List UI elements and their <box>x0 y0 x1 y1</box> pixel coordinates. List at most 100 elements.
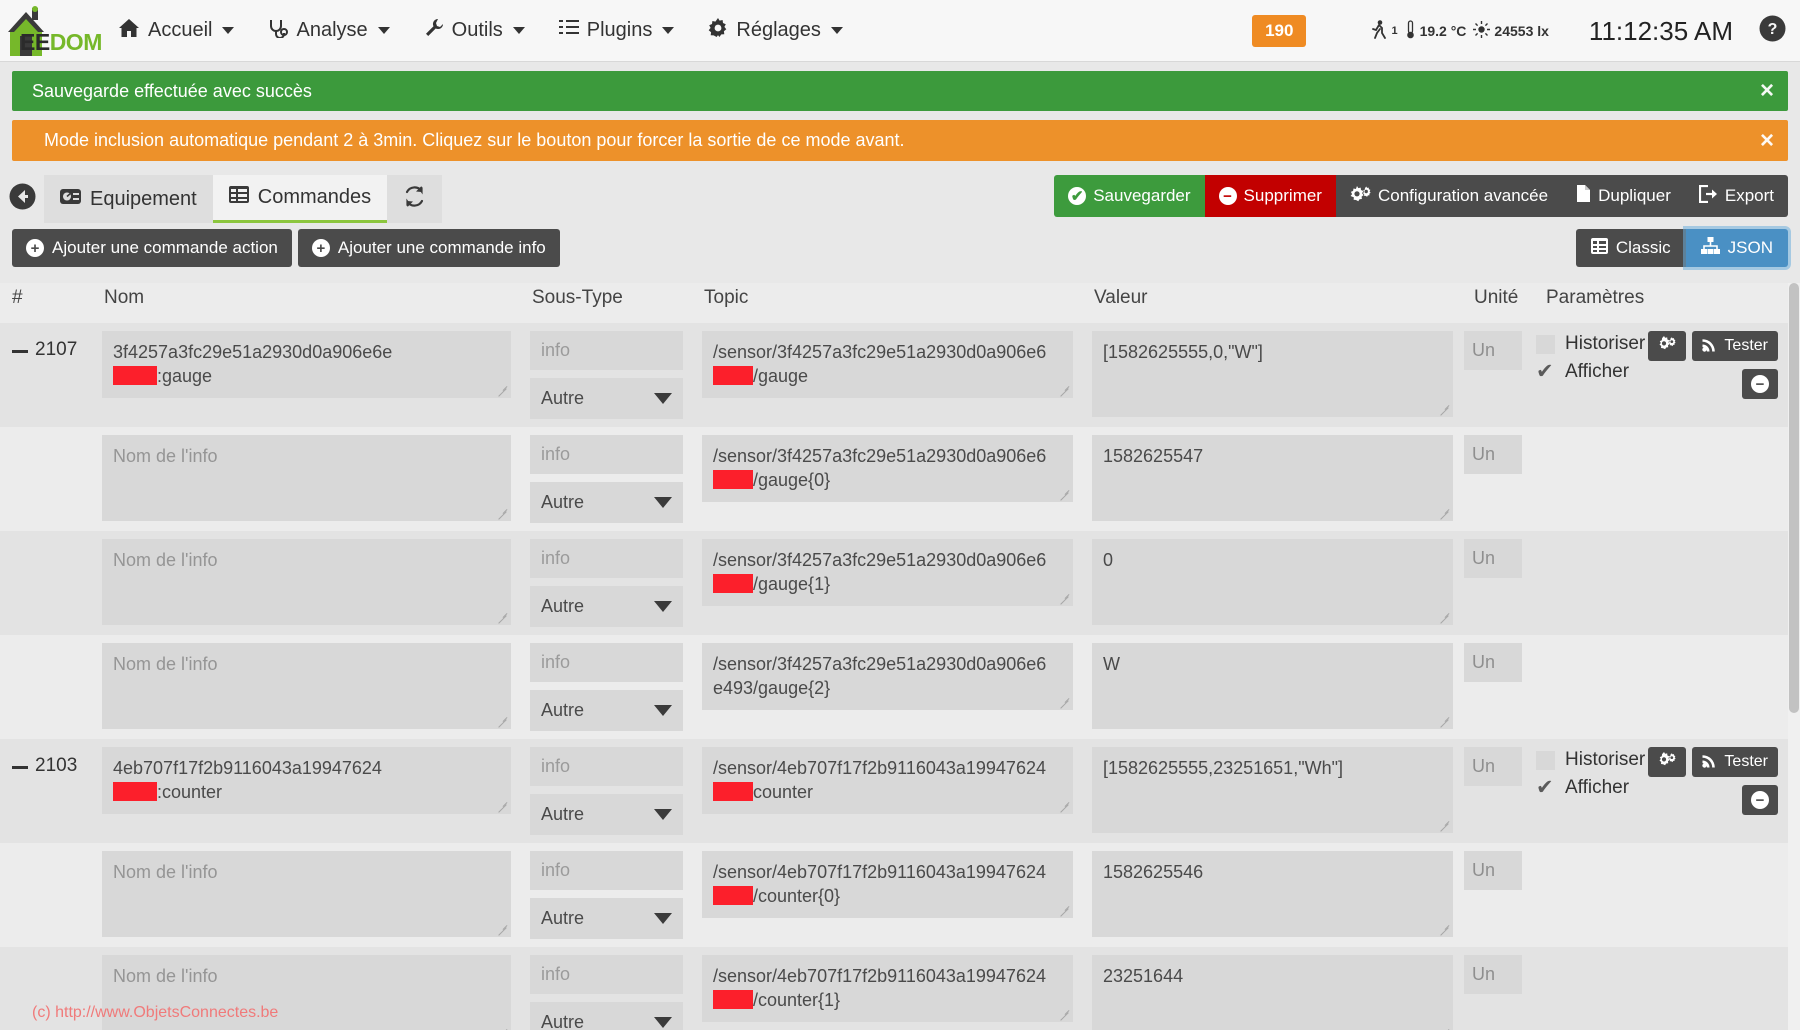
cell-unite <box>1462 531 1534 635</box>
back-button[interactable] <box>0 175 44 223</box>
nom-textarea[interactable]: Nom de l'info <box>102 851 511 937</box>
close-icon[interactable]: × <box>1760 79 1774 103</box>
nav-item-analyse[interactable]: Analyse <box>268 18 390 44</box>
delete-button[interactable]: − Supprimer <box>1204 175 1336 217</box>
nav-label: Réglages <box>736 19 821 41</box>
soustype-input[interactable] <box>530 435 683 474</box>
nom-field-wrap: Nom de l'info <box>102 643 511 729</box>
export-button[interactable]: Export <box>1684 175 1788 217</box>
nom-textarea[interactable]: Nom de l'info <box>102 435 511 521</box>
topic-textarea[interactable]: /sensor/4eb707f17f2b9116043a19947624 coun… <box>702 747 1073 814</box>
collapse-minus-icon[interactable] <box>12 350 28 353</box>
redaction-block <box>713 366 753 386</box>
remove-command-button[interactable]: − <box>1742 369 1778 399</box>
soustype-input[interactable] <box>530 955 683 994</box>
tab-commandes[interactable]: Commandes <box>212 175 388 223</box>
brand-logo-link[interactable]: EEDOM <box>0 0 102 62</box>
cell-parametres: Historiser ✔ Afficher Tester − <box>1534 739 1788 843</box>
topic-textarea[interactable]: /sensor/3f4257a3fc29e51a2930d0a906e6/gau… <box>702 331 1073 398</box>
refresh-button[interactable] <box>387 175 443 223</box>
save-button[interactable]: ✔ Sauvegarder <box>1054 175 1205 217</box>
remove-command-button[interactable]: − <box>1742 785 1778 815</box>
status-badge[interactable]: 190 <box>1252 15 1307 47</box>
unite-input[interactable] <box>1464 643 1522 682</box>
soustype-select[interactable]: Autre <box>530 690 683 731</box>
unite-input[interactable] <box>1464 851 1522 890</box>
afficher-checkbox-checked[interactable]: ✔ <box>1536 777 1555 798</box>
topic-textarea[interactable]: /sensor/3f4257a3fc29e51a2930d0a906e6/gau… <box>702 435 1073 502</box>
soustype-select[interactable]: Autre <box>530 1002 683 1030</box>
chevron-down-icon <box>222 27 235 34</box>
valeur-textarea[interactable]: W <box>1092 643 1453 729</box>
soustype-select[interactable]: Autre <box>530 482 683 523</box>
view-json-button[interactable]: JSON <box>1685 229 1788 267</box>
soustype-select[interactable]: Autre <box>530 898 683 939</box>
close-icon[interactable]: × <box>1760 128 1774 153</box>
valeur-textarea[interactable]: 1582625546 <box>1092 851 1453 937</box>
afficher-checkbox-checked[interactable]: ✔ <box>1536 361 1555 382</box>
chevron-down-icon <box>654 393 672 404</box>
collapse-minus-icon[interactable] <box>12 766 28 769</box>
configure-button[interactable] <box>1648 331 1687 361</box>
nav-item-plugins[interactable]: Plugins <box>558 19 675 43</box>
soustype-select[interactable]: Autre <box>530 378 683 419</box>
temperature-sensor: 19.2 °C <box>1405 20 1466 42</box>
nom-textarea[interactable]: Nom de l'info <box>102 539 511 625</box>
soustype-input[interactable] <box>530 539 683 578</box>
soustype-select-value: Autre <box>541 1012 585 1030</box>
valeur-textarea[interactable]: [1582625555,23251651,"Wh"] <box>1092 747 1453 833</box>
topic-textarea[interactable]: /sensor/3f4257a3fc29e51a2930d0a906e6 e493… <box>702 643 1073 710</box>
valeur-textarea[interactable]: 0 <box>1092 539 1453 625</box>
cell-id <box>0 635 92 739</box>
unite-cell-pad <box>1462 635 1534 690</box>
tester-button[interactable]: Tester <box>1692 747 1778 777</box>
unite-input[interactable] <box>1464 539 1522 578</box>
historiser-label: Historiser <box>1565 749 1646 770</box>
historiser-label: Historiser <box>1565 333 1646 354</box>
view-classic-button[interactable]: Classic <box>1575 229 1686 267</box>
unite-input[interactable] <box>1464 955 1522 994</box>
tester-button[interactable]: Tester <box>1692 331 1778 361</box>
add-info-command-button[interactable]: + Ajouter une commande info <box>297 229 560 267</box>
soustype-select-value: Autre <box>541 908 585 928</box>
configure-button[interactable] <box>1648 747 1687 777</box>
soustype-select[interactable]: Autre <box>530 794 683 835</box>
topic-cell-pad: /sensor/3f4257a3fc29e51a2930d0a906e6/gau… <box>692 323 1082 406</box>
check-circle-icon: ✔ <box>1068 187 1087 205</box>
valeur-textarea[interactable]: 23251644 <box>1092 955 1453 1030</box>
scrollbar-thumb[interactable] <box>1789 283 1799 713</box>
topic-field-wrap: /sensor/4eb707f17f2b9116043a19947624/cou… <box>702 851 1073 918</box>
unite-input[interactable] <box>1464 331 1522 370</box>
vertical-scrollbar[interactable] <box>1788 283 1800 1030</box>
historiser-checkbox[interactable] <box>1536 334 1555 354</box>
historiser-checkbox[interactable] <box>1536 750 1555 770</box>
topic-textarea[interactable]: /sensor/4eb707f17f2b9116043a19947624/cou… <box>702 955 1073 1022</box>
soustype-input[interactable] <box>530 851 683 890</box>
nom-textarea[interactable]: 4eb707f17f2b9116043a19947624:counter <box>102 747 511 814</box>
brand-text-green: DOM <box>49 28 103 55</box>
topic-textarea[interactable]: /sensor/4eb707f17f2b9116043a19947624/cou… <box>702 851 1073 918</box>
soustype-select[interactable]: Autre <box>530 586 683 627</box>
soustype-input[interactable] <box>530 331 683 370</box>
duplicate-button[interactable]: Dupliquer <box>1562 175 1685 217</box>
nom-textarea[interactable]: 3f4257a3fc29e51a2930d0a906e6e:gauge <box>102 331 511 398</box>
advanced-config-button[interactable]: Configuration avancée <box>1335 175 1563 217</box>
row-id-group[interactable]: 2103 <box>0 739 92 777</box>
soustype-input[interactable] <box>530 747 683 786</box>
back-circle-arrow-icon <box>9 183 36 215</box>
valeur-textarea[interactable]: 1582625547 <box>1092 435 1453 521</box>
nav-item-reglages[interactable]: Réglages <box>708 17 843 44</box>
unite-input[interactable] <box>1464 435 1522 474</box>
soustype-input[interactable] <box>530 643 683 682</box>
action-label: Sauvegarder <box>1093 186 1191 205</box>
nav-item-accueil[interactable]: Accueil <box>118 18 235 44</box>
nom-textarea[interactable]: Nom de l'info <box>102 643 511 729</box>
help-circle-icon[interactable]: ? <box>1759 15 1786 47</box>
nav-item-outils[interactable]: Outils <box>424 18 525 44</box>
unite-input[interactable] <box>1464 747 1522 786</box>
tab-equipement[interactable]: Equipement <box>44 175 213 223</box>
add-action-command-button[interactable]: + Ajouter une commande action <box>12 229 292 267</box>
row-id-group[interactable]: 2107 <box>0 323 92 361</box>
valeur-textarea[interactable]: [1582625555,0,"W"] <box>1092 331 1453 417</box>
topic-textarea[interactable]: /sensor/3f4257a3fc29e51a2930d0a906e6/gau… <box>702 539 1073 606</box>
